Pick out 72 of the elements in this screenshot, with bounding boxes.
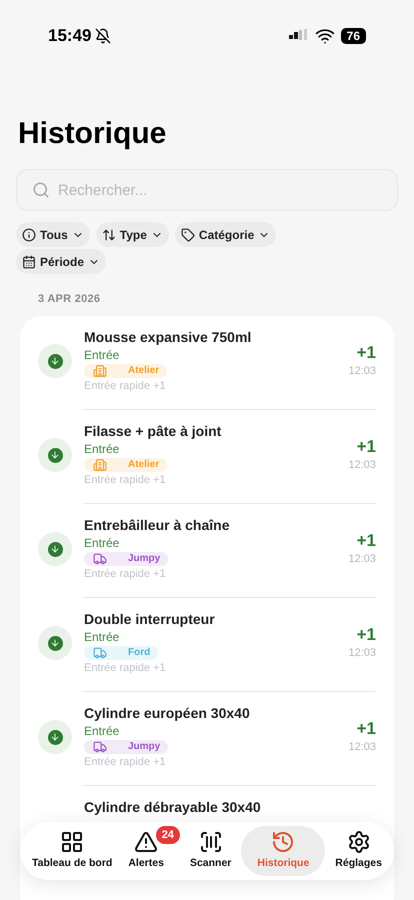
entry-time: 12:03 xyxy=(348,552,376,567)
item-name: Cylindre débrayable 30x40 xyxy=(84,798,261,814)
quantity: +1 xyxy=(356,342,376,363)
item-name: Double interrupteur xyxy=(84,610,216,628)
history-row[interactable]: Entrebâilleur à chaîne Entrée Jumpy Entrée rapide +1 +1 12:03 xyxy=(20,504,394,598)
clock: 15:49 xyxy=(48,25,92,48)
entry-time: 12:03 xyxy=(348,364,376,379)
history-row[interactable]: Mousse expansive 750ml Entrée Atelier Entrée rapide +1 +1 12:03 xyxy=(20,316,394,410)
building-icon xyxy=(92,458,108,472)
building-icon xyxy=(92,364,108,378)
entry-note: Entrée rapide +1 xyxy=(84,660,167,676)
quantity: +1 xyxy=(356,436,376,457)
badge-count: 24 xyxy=(156,826,180,844)
tag-label: Jumpy xyxy=(128,552,160,566)
filter-chip[interactable]: Période xyxy=(16,249,106,274)
info-icon xyxy=(22,228,36,242)
entry-note: Entrée rapide +1 xyxy=(84,472,167,488)
tag-label: Atelier xyxy=(128,364,160,378)
arrow-down-icon xyxy=(48,636,62,650)
bell-off-icon xyxy=(95,28,112,44)
entry-time: 12:03 xyxy=(348,458,376,473)
truck-icon xyxy=(92,646,108,660)
arrow-down-icon xyxy=(48,448,62,462)
tab-item[interactable]: Scanner xyxy=(184,826,238,876)
entry-note: Entrée rapide +1 xyxy=(84,566,167,582)
movement-type: Entrée xyxy=(84,440,120,458)
item-name: Entrebâilleur à chaîne xyxy=(84,516,230,534)
filter-chip[interactable]: Catégorie xyxy=(174,222,276,247)
filter-chip[interactable]: Tous xyxy=(16,222,90,247)
battery-indicator: 76 xyxy=(340,28,366,44)
history-row[interactable]: Filasse + pâte à joint Entrée Atelier Entrée rapide +1 +1 12:03 xyxy=(20,410,394,504)
tag-label: Atelier xyxy=(128,458,160,472)
signal-icon xyxy=(288,29,309,43)
entry-time: 12:03 xyxy=(348,740,376,755)
quantity: +1 xyxy=(356,624,376,645)
arrow-down-icon xyxy=(48,542,62,556)
date-header: 3 APR 2026 xyxy=(38,292,100,307)
filter-chip[interactable]: Type xyxy=(96,222,169,247)
warning-icon xyxy=(134,830,158,854)
tab-item[interactable]: Alertes 24 xyxy=(122,826,180,876)
movement-type: Entrée xyxy=(84,722,120,740)
movement-type: Entrée xyxy=(84,346,120,364)
movement-type: Entrée xyxy=(84,628,120,646)
history-row[interactable]: Double interrupteur Entrée Ford Entrée rapide +1 +1 12:03 xyxy=(20,598,394,692)
movement-type: Entrée xyxy=(84,534,120,552)
history-icon xyxy=(271,830,296,854)
entry-note: Entrée rapide +1 xyxy=(84,378,167,394)
page-title: Historique xyxy=(18,118,166,150)
barcode-scan-icon xyxy=(198,830,223,854)
entry-note: Entrée rapide +1 xyxy=(84,754,167,770)
calendar-icon xyxy=(22,254,36,268)
arrow-down-icon xyxy=(48,354,62,368)
tag-icon xyxy=(180,228,195,242)
search-icon xyxy=(32,181,50,199)
arrows-icon xyxy=(102,228,116,242)
settings-icon xyxy=(346,830,371,854)
quantity: +1 xyxy=(356,718,376,739)
tab-item[interactable]: Réglages xyxy=(329,826,388,876)
truck-icon xyxy=(92,552,108,566)
item-name: Mousse expansive 750ml xyxy=(84,328,252,346)
item-name: Cylindre européen 30x40 xyxy=(84,704,251,722)
truck-icon xyxy=(92,740,108,754)
tab-item[interactable]: Tableau de bord xyxy=(26,826,118,876)
grid-icon xyxy=(60,830,84,854)
tag-label: Jumpy xyxy=(128,740,160,754)
search-field[interactable]: Rechercher... xyxy=(16,169,398,211)
item-name: Filasse + pâte à joint xyxy=(84,422,222,440)
entry-time: 12:03 xyxy=(348,646,376,661)
tag-label: Ford xyxy=(128,646,150,660)
quantity: +1 xyxy=(356,530,376,551)
arrow-down-icon xyxy=(48,730,62,744)
history-row[interactable]: Cylindre européen 30x40 Entrée Jumpy Entrée rapide +1 +1 12:03 xyxy=(20,692,394,786)
